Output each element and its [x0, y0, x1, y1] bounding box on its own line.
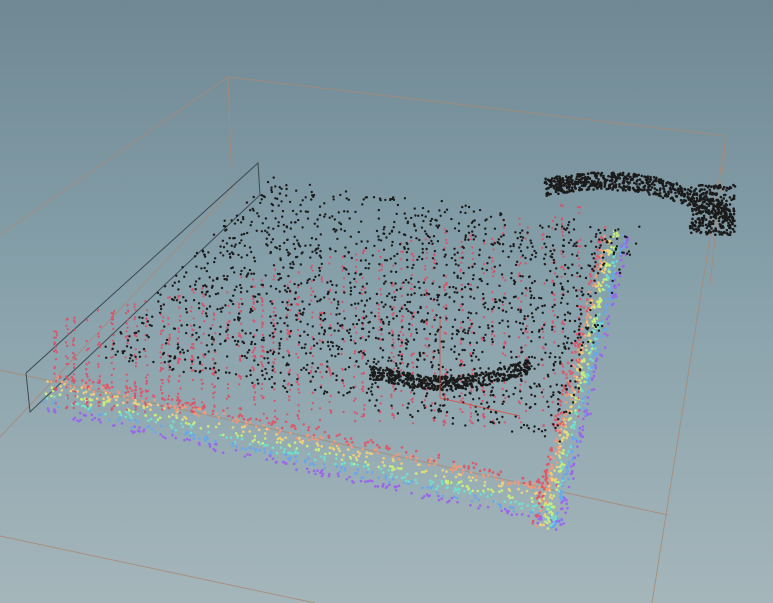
color-ramp-points: [42, 226, 630, 531]
3d-viewport[interactable]: [0, 0, 773, 603]
guide-lines: [439, 318, 521, 417]
bounding-box: [0, 76, 727, 603]
frame-plane: [25, 161, 261, 414]
point-cloud-scene[interactable]: [0, 0, 773, 603]
